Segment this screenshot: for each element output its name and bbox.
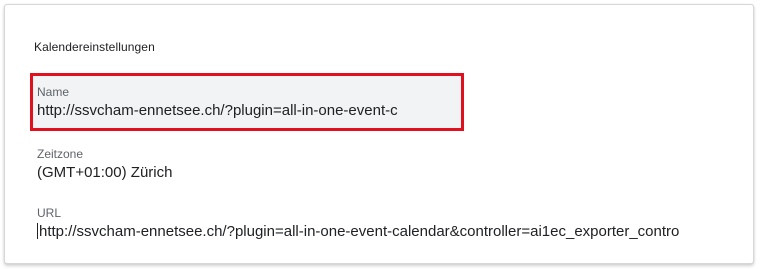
section-title: Kalendereinstellungen xyxy=(34,40,155,54)
url-field[interactable]: URL http://ssvcham-ennetsee.ch/?plugin=a… xyxy=(37,206,747,241)
timezone-value[interactable]: (GMT+01:00) Zürich xyxy=(37,163,747,182)
calendar-settings-panel: Kalendereinstellungen Name http://ssvcha… xyxy=(4,4,754,264)
timezone-field[interactable]: Zeitzone (GMT+01:00) Zürich xyxy=(37,147,747,182)
name-label: Name xyxy=(37,85,70,99)
url-value-row[interactable]: http://ssvcham-ennetsee.ch/?plugin=all-i… xyxy=(37,222,747,241)
url-label: URL xyxy=(37,206,62,220)
text-cursor xyxy=(37,223,38,239)
name-field[interactable]: Name http://ssvcham-ennetsee.ch/?plugin=… xyxy=(30,75,462,130)
name-value[interactable]: http://ssvcham-ennetsee.ch/?plugin=all-i… xyxy=(37,101,462,120)
url-value[interactable]: http://ssvcham-ennetsee.ch/?plugin=all-i… xyxy=(39,223,679,240)
timezone-label: Zeitzone xyxy=(37,147,84,161)
